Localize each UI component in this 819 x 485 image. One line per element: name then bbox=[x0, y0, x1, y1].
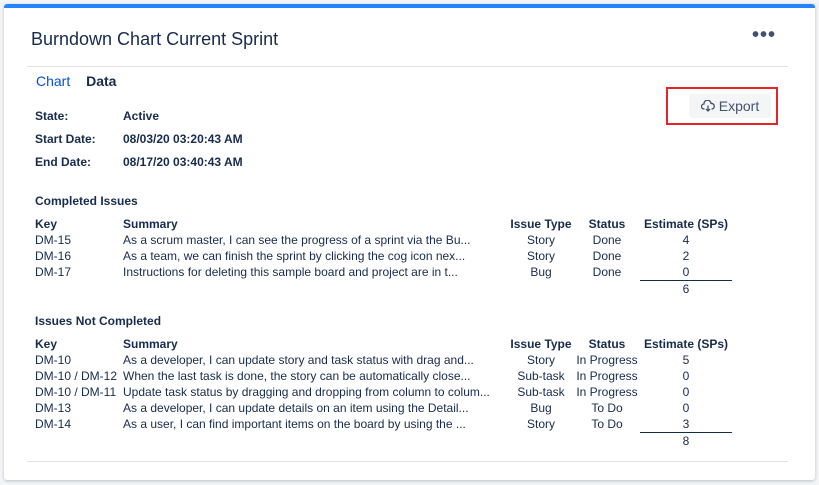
issue-status: Done bbox=[592, 265, 622, 280]
issue-type: Story bbox=[526, 353, 555, 367]
issue-summary: When the last task is done, the story ca… bbox=[123, 369, 471, 383]
col-issue-type: Issue Type bbox=[510, 217, 572, 231]
table-row: DM-17 Instructions for deleting this sam… bbox=[35, 264, 732, 281]
export-button[interactable]: Export bbox=[689, 94, 771, 118]
total-row: 6 bbox=[35, 280, 732, 297]
issue-status: In Progress bbox=[576, 385, 638, 399]
estimate-total: 8 bbox=[640, 432, 732, 449]
tab-chart[interactable]: Chart bbox=[36, 73, 70, 89]
table-row: DM-15 As a scrum master, I can see the p… bbox=[35, 232, 732, 248]
issue-estimate: 3 bbox=[682, 417, 690, 431]
col-summary: Summary bbox=[123, 217, 178, 231]
issue-status: In Progress bbox=[576, 353, 638, 367]
table-header-row: Key Summary Issue Type Status Estimate (… bbox=[35, 336, 732, 352]
issue-type: Sub-task bbox=[517, 385, 565, 399]
issue-estimate: 0 bbox=[682, 265, 690, 279]
issue-type: Story bbox=[526, 249, 555, 263]
gadget-title: Burndown Chart Current Sprint bbox=[31, 29, 279, 49]
issue-estimate: 0 bbox=[682, 385, 690, 399]
burndown-gadget: Burndown Chart Current Sprint ••• Chart … bbox=[4, 4, 815, 480]
issue-key-link[interactable]: DM-14 bbox=[35, 416, 123, 433]
issue-type: Sub-task bbox=[517, 369, 565, 383]
completed-issues-table: Key Summary Issue Type Status Estimate (… bbox=[35, 216, 732, 297]
start-date-row: Start Date: 08/03/20 03:20:43 AM bbox=[35, 132, 243, 146]
table-row: DM-16 As a team, we can finish the sprin… bbox=[35, 248, 732, 264]
issue-summary: As a developer, I can update details on … bbox=[123, 401, 469, 415]
table-row: DM-10 As a developer, I can update story… bbox=[35, 352, 732, 368]
table-row: DM-14 As a user, I can find important it… bbox=[35, 416, 732, 433]
issue-estimate: 5 bbox=[682, 353, 690, 367]
col-issue-type: Issue Type bbox=[510, 337, 572, 351]
end-date-value: 08/17/20 03:40:43 AM bbox=[123, 155, 243, 169]
not-completed-issues-title: Issues Not Completed bbox=[35, 314, 162, 328]
issue-summary: As a team, we can finish the sprint by c… bbox=[123, 249, 466, 263]
issue-estimate: 0 bbox=[682, 401, 690, 415]
tab-data[interactable]: Data bbox=[86, 73, 116, 89]
col-status: Status bbox=[588, 337, 626, 351]
issue-key-link[interactable]: DM-17 bbox=[35, 264, 123, 281]
header-divider bbox=[27, 66, 788, 67]
completed-issues-title: Completed Issues bbox=[35, 194, 138, 208]
issue-type: Bug bbox=[530, 265, 552, 280]
not-completed-issues-table: Key Summary Issue Type Status Estimate (… bbox=[35, 336, 732, 449]
table-row: DM-10 / DM-11 Update task status by drag… bbox=[35, 384, 732, 400]
col-summary: Summary bbox=[123, 337, 178, 351]
issue-summary: Update task status by dragging and dropp… bbox=[123, 385, 490, 399]
col-key: Key bbox=[35, 217, 58, 231]
issue-status: In Progress bbox=[576, 369, 638, 383]
col-key: Key bbox=[35, 337, 58, 351]
issue-type: Story bbox=[526, 233, 555, 247]
accent-bar bbox=[4, 4, 815, 8]
issue-key-link[interactable]: DM-16 bbox=[35, 248, 123, 264]
col-status: Status bbox=[588, 217, 626, 231]
issue-status: Done bbox=[592, 249, 622, 263]
issue-status: Done bbox=[592, 233, 622, 247]
issue-key-link[interactable]: DM-15 bbox=[35, 232, 123, 248]
state-value: Active bbox=[123, 109, 160, 123]
issue-estimate: 4 bbox=[682, 233, 690, 247]
state-row: State: Active bbox=[35, 109, 159, 123]
issue-status: To Do bbox=[591, 417, 623, 432]
cloud-download-icon bbox=[700, 100, 715, 112]
issue-type: Story bbox=[526, 417, 555, 432]
state-label: State: bbox=[35, 109, 69, 123]
estimate-total: 6 bbox=[640, 280, 732, 297]
table-header-row: Key Summary Issue Type Status Estimate (… bbox=[35, 216, 732, 232]
end-date-row: End Date: 08/17/20 03:40:43 AM bbox=[35, 155, 243, 169]
footer-divider bbox=[27, 461, 788, 462]
issue-summary: Instructions for deleting this sample bo… bbox=[123, 265, 458, 280]
view-tabs: Chart Data bbox=[36, 73, 116, 89]
col-estimate: Estimate (SPs) bbox=[643, 337, 729, 351]
export-label: Export bbox=[718, 98, 760, 114]
start-date-label: Start Date: bbox=[35, 132, 96, 146]
end-date-label: End Date: bbox=[35, 155, 92, 169]
issue-status: To Do bbox=[591, 401, 623, 415]
total-row: 8 bbox=[35, 432, 732, 449]
issue-summary: As a developer, I can update story and t… bbox=[123, 353, 474, 367]
issue-type: Bug bbox=[530, 401, 552, 415]
issue-key-link[interactable]: DM-10 / DM-11 bbox=[35, 384, 123, 400]
table-row: DM-13 As a developer, I can update detai… bbox=[35, 400, 732, 416]
table-row: DM-10 / DM-12 When the last task is done… bbox=[35, 368, 732, 384]
issue-summary: As a user, I can find important items on… bbox=[123, 417, 466, 432]
issue-summary: As a scrum master, I can see the progres… bbox=[123, 233, 471, 247]
issue-key-link[interactable]: DM-10 / DM-12 bbox=[35, 368, 123, 384]
col-estimate: Estimate (SPs) bbox=[643, 217, 729, 231]
issue-estimate: 2 bbox=[682, 249, 690, 263]
issue-estimate: 0 bbox=[682, 369, 690, 383]
start-date-value: 08/03/20 03:20:43 AM bbox=[123, 132, 243, 146]
issue-key-link[interactable]: DM-13 bbox=[35, 400, 123, 416]
issue-key-link[interactable]: DM-10 bbox=[35, 352, 123, 368]
more-actions-icon[interactable]: ••• bbox=[752, 24, 776, 47]
